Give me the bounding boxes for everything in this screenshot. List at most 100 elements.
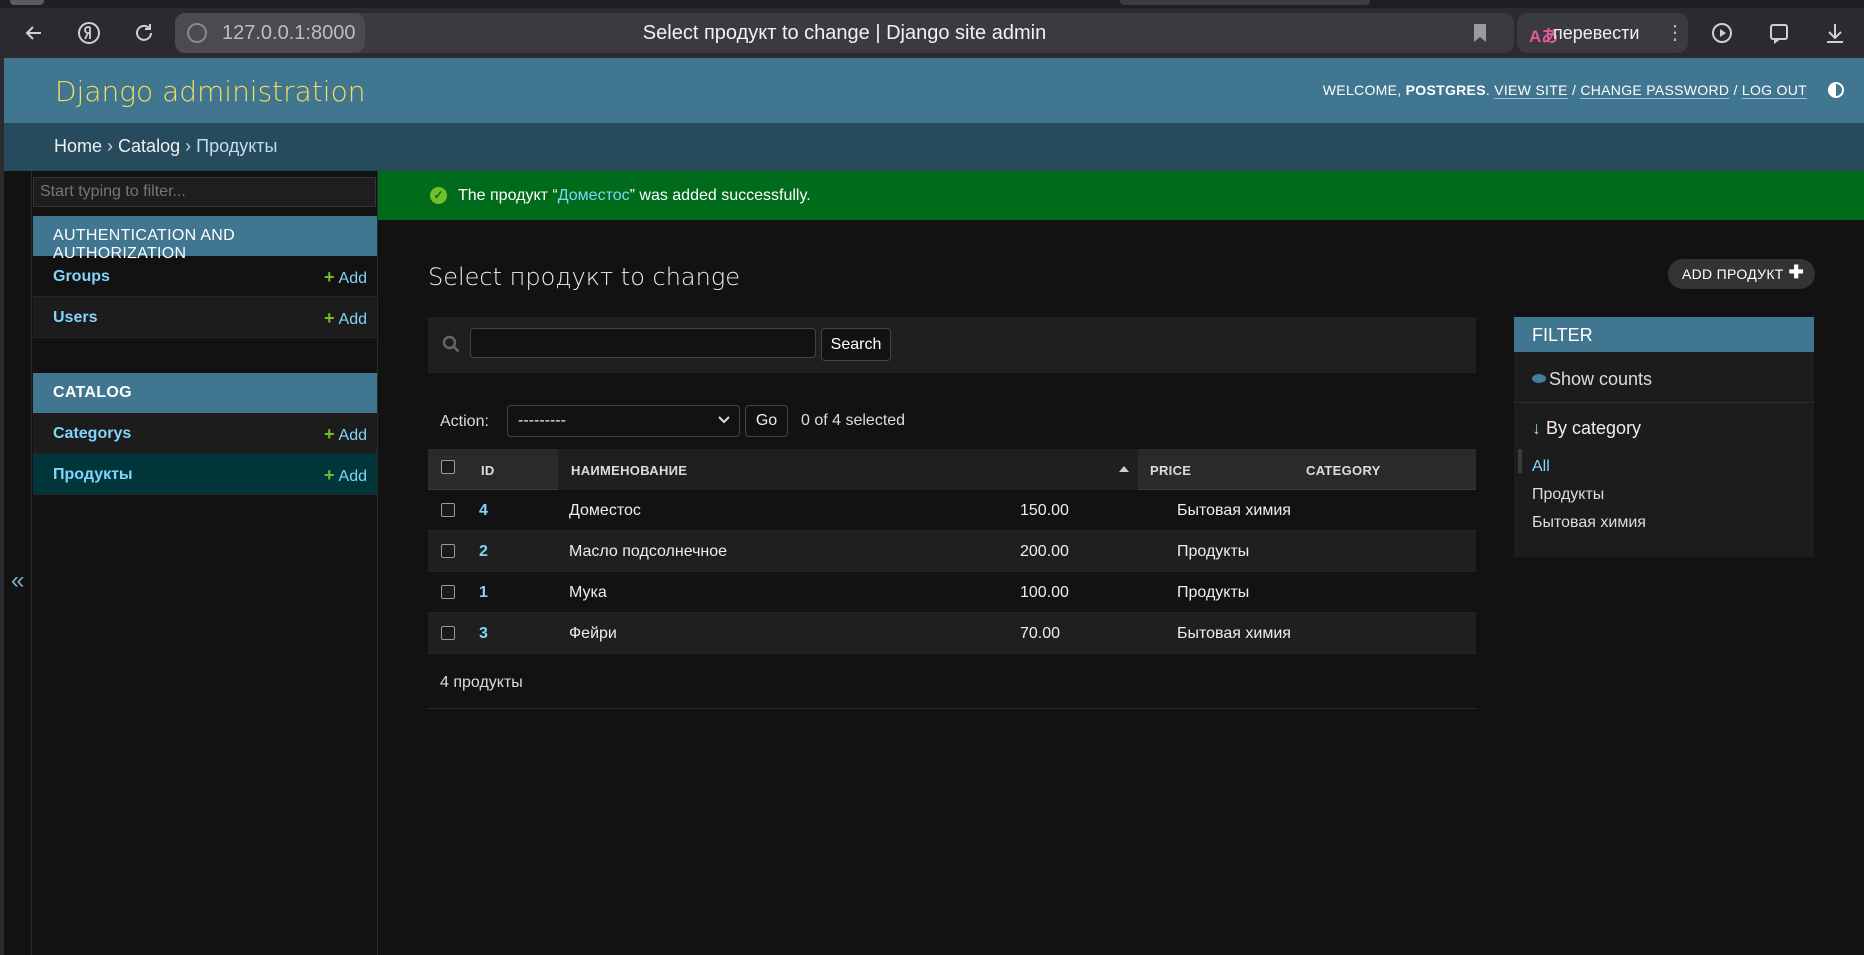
breadcrumb: Home › Catalog › Продукты <box>4 123 1864 171</box>
row-checkbox[interactable] <box>441 585 455 599</box>
search-icon <box>442 335 460 353</box>
sidebar-item-products[interactable]: Продукты + Add <box>33 454 377 495</box>
user-tools: WELCOME, POSTGRES. VIEW SITE / CHANGE PA… <box>1322 82 1807 99</box>
tab-strip <box>0 0 1864 8</box>
add-users-link[interactable]: + Add <box>324 308 367 329</box>
column-header-category[interactable]: CATEGORY <box>1292 449 1472 490</box>
model-link-products[interactable]: Продукты <box>53 466 133 484</box>
yandex-logo-icon[interactable] <box>74 18 104 48</box>
filter-option-all[interactable]: All <box>1532 458 1550 476</box>
browser-tab[interactable] <box>10 0 44 5</box>
translate-button[interactable]: Aあ перевести ⋮ <box>1517 13 1688 53</box>
view-site-link[interactable]: VIEW SITE <box>1494 82 1568 99</box>
action-select[interactable]: --------- <box>507 405 740 437</box>
app-caption-auth[interactable]: AUTHENTICATION AND AUTHORIZATION <box>33 216 377 262</box>
selection-counter: 0 of 4 selected <box>801 412 906 429</box>
add-plus-icon: ✚ <box>1788 262 1804 282</box>
row-id-link[interactable]: 2 <box>479 543 488 561</box>
row-category: Бытовая химия <box>1177 502 1291 519</box>
back-arrow-icon[interactable] <box>19 18 49 48</box>
row-id-link[interactable]: 4 <box>479 502 488 520</box>
column-header-name-label: НАИМЕНОВАНИЕ <box>571 463 688 478</box>
translate-label: перевести <box>1553 23 1640 43</box>
welcome-text: WELCOME, <box>1322 82 1402 98</box>
translate-menu-icon[interactable]: ⋮ <box>1665 20 1685 45</box>
add-label: Add <box>338 468 367 485</box>
search-input[interactable] <box>470 328 816 358</box>
row-price: 200.00 <box>1020 543 1069 560</box>
row-checkbox[interactable] <box>441 503 455 517</box>
message-object-link[interactable]: Доместос <box>558 187 630 204</box>
filter-heading: FILTER <box>1514 317 1814 352</box>
search-button[interactable]: Search <box>821 328 891 361</box>
filter-by-category-title[interactable]: ↓ By category <box>1532 418 1641 439</box>
sidebar-item-groups[interactable]: Groups + Add <box>33 256 377 297</box>
page-title-in-omnibox: Select продукт to change | Django site a… <box>642 22 1047 44</box>
row-name: Масло подсолнечное <box>569 543 728 560</box>
show-counts-label: Show counts <box>1549 369 1653 389</box>
model-link-groups[interactable]: Groups <box>53 268 110 286</box>
app-caption-catalog[interactable]: CATALOG <box>33 373 377 413</box>
separator: / <box>1571 82 1577 98</box>
download-icon[interactable] <box>1820 18 1850 48</box>
go-button[interactable]: Go <box>745 405 788 437</box>
breadcrumb-separator: › <box>107 136 114 156</box>
column-header-id[interactable]: ID <box>481 449 545 490</box>
table-row: 4 Доместос 150.00 Бытовая химия <box>428 490 1476 531</box>
table-header: ID НАИМЕНОВАНИЕ PRICE CATEGORY <box>428 449 1476 490</box>
row-id-link[interactable]: 3 <box>479 625 488 643</box>
breadcrumb-separator: › <box>185 136 192 156</box>
row-category: Продукты <box>1177 543 1250 560</box>
change-password-link[interactable]: CHANGE PASSWORD <box>1580 82 1730 99</box>
add-product-button[interactable]: ADD ПРОДУКТ ✚ <box>1668 259 1815 289</box>
collapse-sidebar-icon[interactable]: « <box>11 567 24 595</box>
row-checkbox[interactable] <box>441 544 455 558</box>
sidebar-toggle-strip[interactable]: « <box>4 171 32 955</box>
add-label: Add <box>338 270 367 287</box>
row-checkbox[interactable] <box>441 626 455 640</box>
row-id-link[interactable]: 1 <box>479 584 488 602</box>
table-row: 3 Фейри 70.00 Бытовая химия <box>428 613 1476 654</box>
site-branding[interactable]: Django administration <box>55 75 365 108</box>
model-link-users[interactable]: Users <box>53 309 97 327</box>
result-count: 4 продукты <box>440 674 523 691</box>
breadcrumb-home[interactable]: Home <box>54 136 102 156</box>
breadcrumb-current: Продукты <box>196 136 278 156</box>
model-link-categorys[interactable]: Categorys <box>53 425 131 443</box>
row-price: 150.00 <box>1020 502 1069 519</box>
bookmark-icon[interactable] <box>1472 23 1488 43</box>
search-toolbar: Search <box>428 317 1476 373</box>
add-categorys-link[interactable]: + Add <box>324 424 367 445</box>
site-header: Django administration WELCOME, POSTGRES.… <box>4 58 1864 123</box>
address-bar[interactable]: 127.0.0.1:8000 Select продукт to change … <box>175 13 1514 53</box>
add-products-link[interactable]: + Add <box>324 465 367 486</box>
column-header-price[interactable]: PRICE <box>1140 449 1290 490</box>
eye-icon <box>1532 374 1546 383</box>
add-groups-link[interactable]: + Add <box>324 267 367 288</box>
row-name: Доместос <box>569 502 641 519</box>
media-play-icon[interactable] <box>1708 18 1738 48</box>
row-name: Фейри <box>569 625 617 642</box>
show-counts-link[interactable]: Show counts <box>1532 369 1652 390</box>
collections-icon[interactable] <box>1764 18 1794 48</box>
theme-toggle-icon[interactable] <box>1828 82 1844 98</box>
column-header-name[interactable]: НАИМЕНОВАНИЕ <box>558 449 1138 490</box>
arrow-down-icon: ↓ <box>1532 418 1541 438</box>
add-product-label: ADD ПРОДУКТ <box>1682 266 1784 282</box>
reload-icon[interactable] <box>129 18 159 48</box>
sort-ascending-icon[interactable] <box>1119 466 1129 472</box>
filter-option-products[interactable]: Продукты <box>1532 486 1604 504</box>
divider <box>1514 402 1814 403</box>
action-select-value: --------- <box>518 412 566 429</box>
select-all-checkbox[interactable] <box>441 460 455 474</box>
username: POSTGRES <box>1405 82 1486 98</box>
browser-tab[interactable] <box>1120 0 1370 5</box>
breadcrumb-catalog[interactable]: Catalog <box>118 136 180 156</box>
sidebar-item-categorys[interactable]: Categorys + Add <box>33 413 377 454</box>
sidebar-item-users[interactable]: Users + Add <box>33 297 377 338</box>
log-out-link[interactable]: LOG OUT <box>1741 82 1807 99</box>
sidebar-filter-input[interactable] <box>33 177 376 207</box>
message-prefix: The продукт “ <box>458 187 558 204</box>
row-category: Продукты <box>1177 584 1250 601</box>
filter-option-household-chemicals[interactable]: Бытовая химия <box>1532 514 1646 532</box>
